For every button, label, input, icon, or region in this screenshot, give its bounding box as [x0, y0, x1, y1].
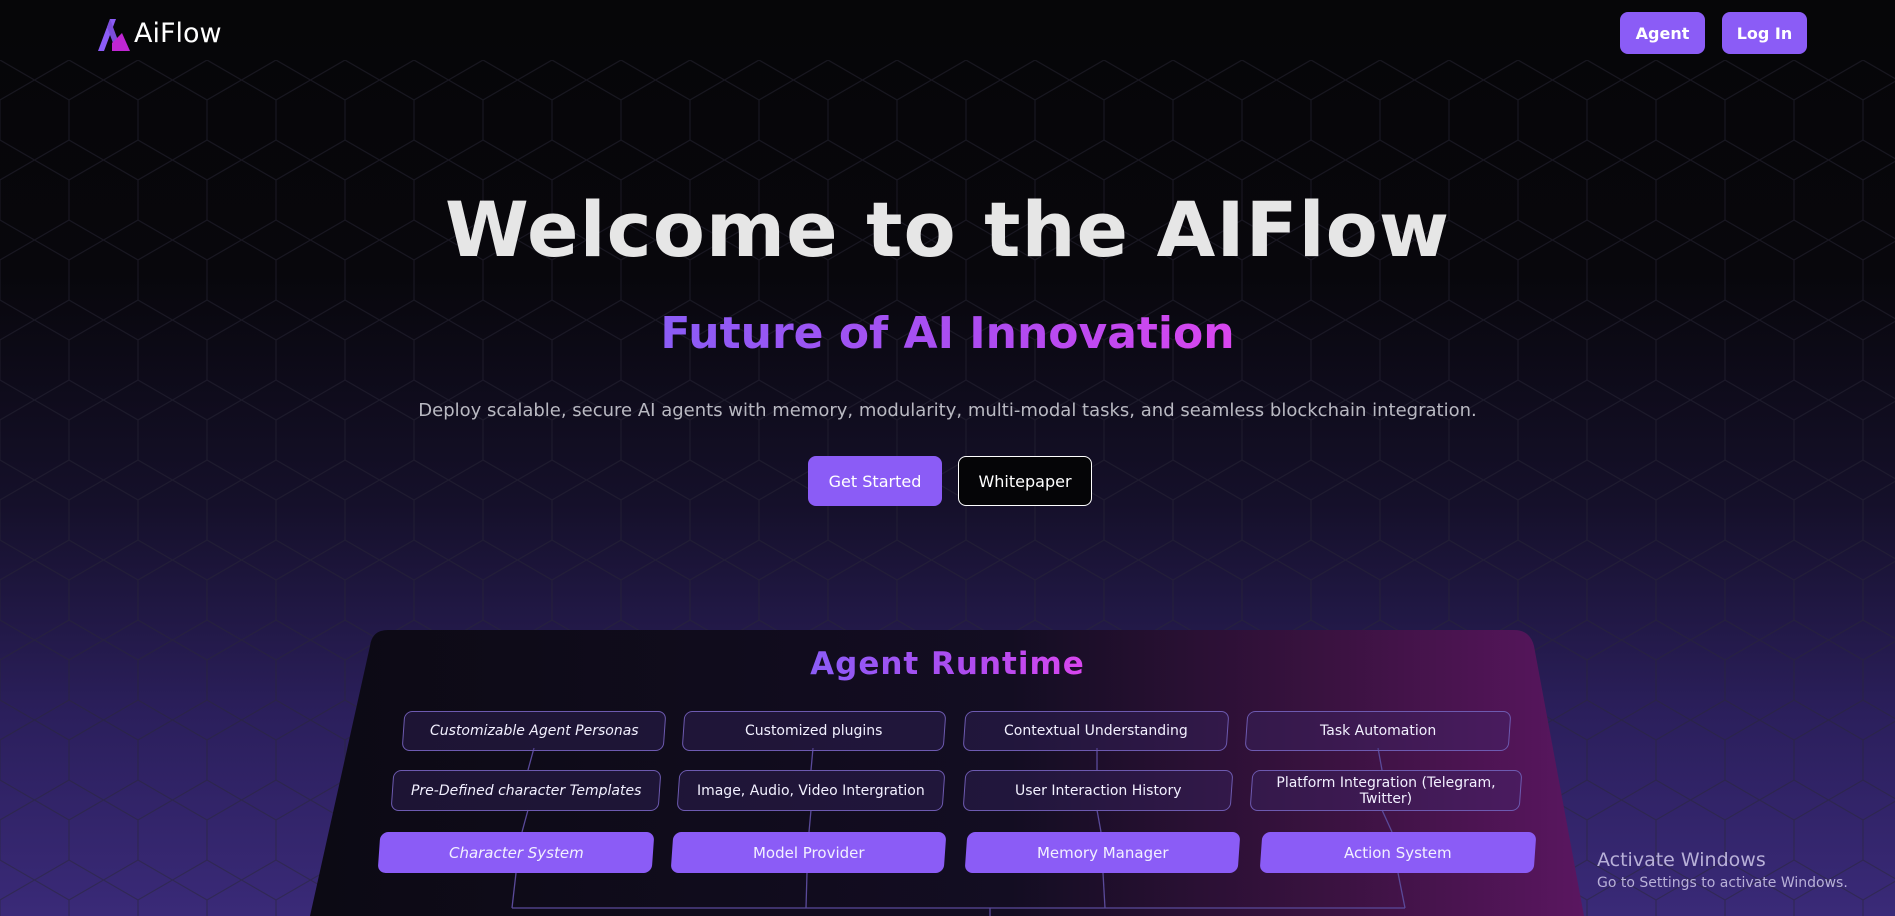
core-action-system: Action System	[1259, 832, 1537, 873]
get-started-button[interactable]: Get Started	[808, 456, 942, 506]
login-button[interactable]: Log In	[1722, 12, 1807, 54]
feature-task-automation: Task Automation	[1244, 711, 1512, 751]
aiflow-logo-icon	[98, 19, 130, 51]
watermark-title: Activate Windows	[1597, 849, 1766, 871]
runtime-title: Agent Runtime	[0, 646, 1895, 682]
logo-text: AiFlow	[134, 17, 222, 49]
logo[interactable]: AiFlow	[92, 13, 222, 53]
hero-subtitle-text: Future of AI Innovation	[660, 308, 1235, 359]
windows-activation-watermark: Activate Windows Go to Settings to activ…	[1597, 849, 1848, 891]
feature-multimodal-integration: Image, Audio, Video Intergration	[676, 770, 946, 811]
core-model-provider: Model Provider	[670, 832, 947, 873]
feature-character-templates: Pre-Defined character Templates	[390, 770, 662, 811]
hero-subtitle: Future of AI Innovation	[0, 308, 1895, 359]
feature-customized-plugins: Customized plugins	[681, 711, 947, 751]
watermark-subtitle: Go to Settings to activate Windows.	[1597, 875, 1848, 891]
feature-customizable-personas: Customizable Agent Personas	[401, 711, 667, 751]
top-nav: AiFlow Agent Log In	[0, 0, 1895, 66]
feature-platform-integration: Platform Integration (Telegram, Twitter)	[1249, 770, 1523, 811]
core-character-system: Character System	[377, 832, 655, 873]
runtime-title-text: Agent Runtime	[810, 646, 1085, 682]
whitepaper-button[interactable]: Whitepaper	[958, 456, 1092, 506]
hero-description: Deploy scalable, secure AI agents with m…	[418, 400, 1477, 421]
agent-button[interactable]: Agent	[1620, 12, 1705, 54]
core-memory-manager: Memory Manager	[964, 832, 1241, 873]
feature-contextual-understanding: Contextual Understanding	[962, 711, 1230, 751]
feature-user-interaction-history: User Interaction History	[962, 770, 1234, 811]
hero-title: Welcome to the AIFlow	[444, 185, 1451, 274]
